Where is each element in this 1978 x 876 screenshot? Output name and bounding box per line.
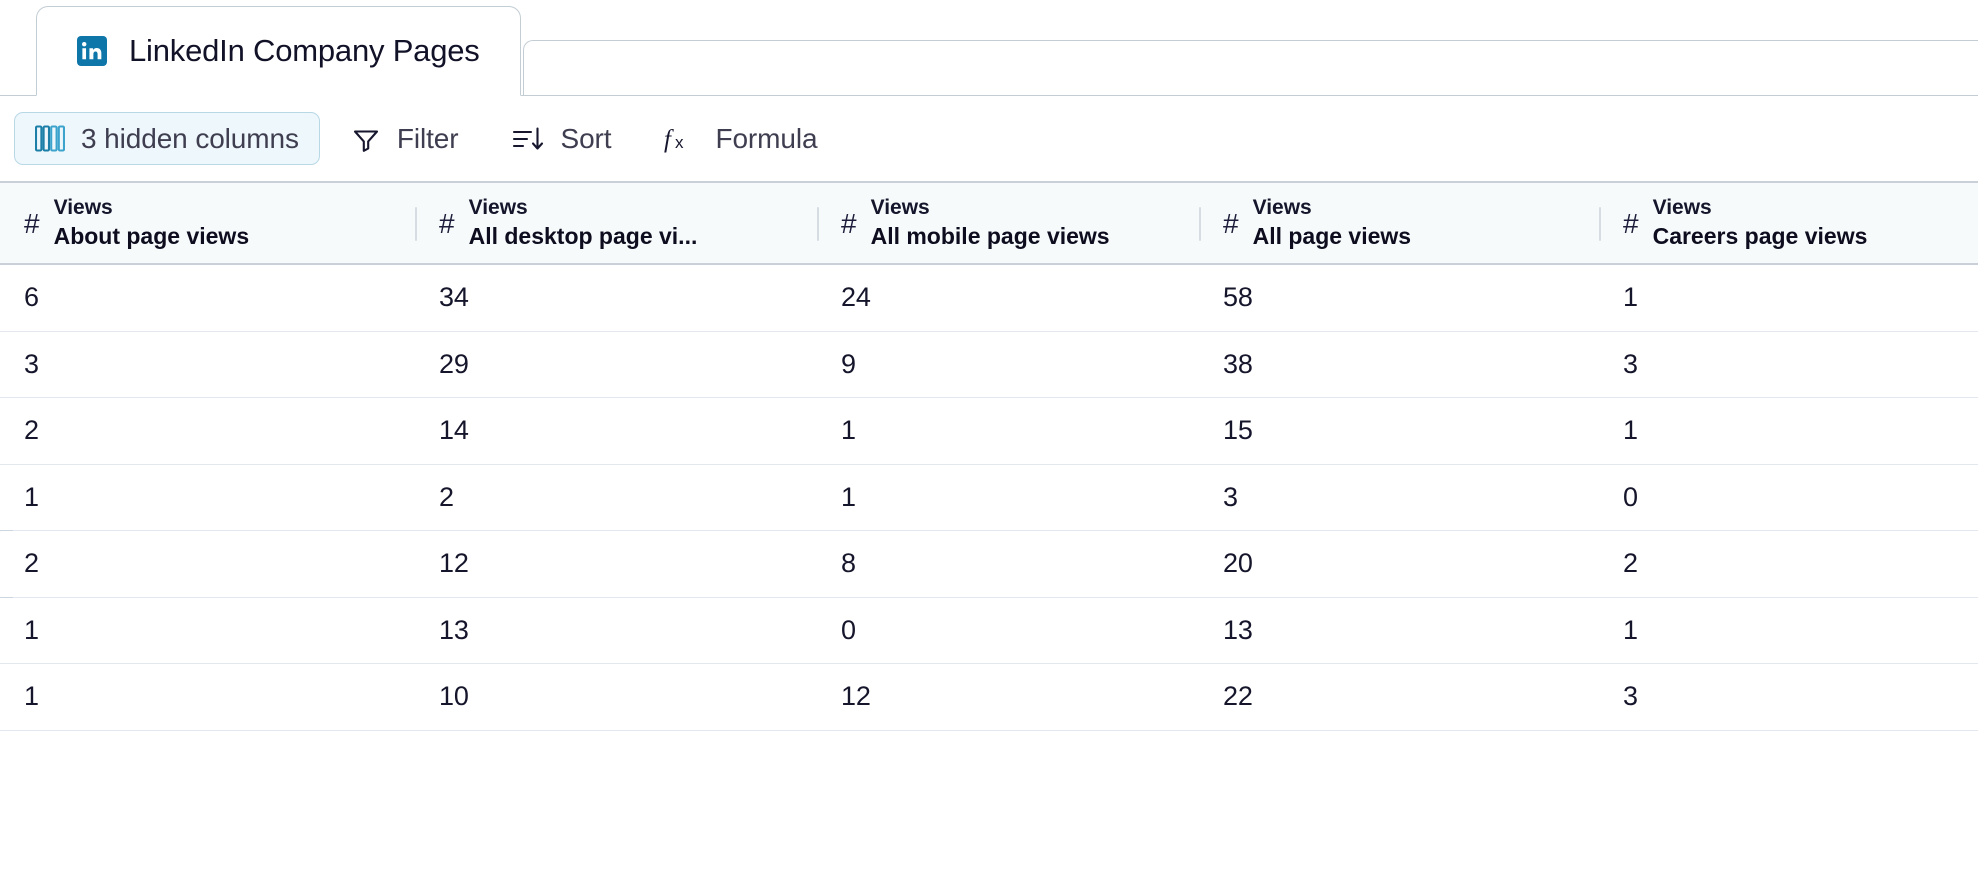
filter-button[interactable]: Filter <box>330 112 480 165</box>
table-cell[interactable]: 6 <box>0 265 415 331</box>
table-cell[interactable]: 1 <box>817 398 1199 464</box>
table-cell[interactable]: 1 <box>1599 265 1978 331</box>
table-cell[interactable]: 10 <box>415 664 817 730</box>
hidden-columns-button[interactable]: 3 hidden columns <box>14 112 320 165</box>
number-field-icon: # <box>1623 208 1639 239</box>
grid-header-row: # Views About page views # Views All des… <box>0 183 1978 265</box>
table-cell[interactable]: 12 <box>415 531 817 597</box>
formula-button[interactable]: f x Formula <box>642 112 838 165</box>
table-cell[interactable]: 13 <box>1199 598 1599 664</box>
column-resize-handle[interactable] <box>817 207 819 241</box>
column-group-label: Views <box>870 196 930 220</box>
table-row[interactable]: 1 10 12 22 3 <box>0 664 1978 731</box>
table-cell[interactable]: 1 <box>817 465 1199 531</box>
formula-label: Formula <box>715 122 818 154</box>
linkedin-icon <box>77 36 107 66</box>
table-cell[interactable]: 9 <box>817 332 1199 398</box>
table-cell[interactable]: 20 <box>1199 531 1599 597</box>
number-field-icon: # <box>24 208 40 239</box>
hidden-columns-label: 3 hidden columns <box>81 122 299 154</box>
tab-title: LinkedIn Company Pages <box>129 33 480 68</box>
column-header-all-desktop-page-views[interactable]: # Views All desktop page vi... <box>415 183 817 263</box>
sort-descending-icon <box>511 124 545 154</box>
table-cell[interactable]: 2 <box>415 465 817 531</box>
number-field-icon: # <box>1223 208 1239 239</box>
column-header-careers-page-views[interactable]: # Views Careers page views <box>1599 183 1978 263</box>
column-group-label: Views <box>1252 196 1312 220</box>
table-cell[interactable]: 22 <box>1199 664 1599 730</box>
column-group-label: Views <box>53 196 113 220</box>
column-name-label: All mobile page views <box>870 222 1110 249</box>
table-cell[interactable]: 1 <box>1599 598 1978 664</box>
table-cell[interactable]: 2 <box>0 398 415 464</box>
column-resize-handle[interactable] <box>1599 207 1601 241</box>
table-cell[interactable]: 0 <box>817 598 1199 664</box>
columns-icon <box>35 125 65 152</box>
tab-bar: LinkedIn Company Pages <box>0 0 1978 96</box>
table-cell[interactable]: 15 <box>1199 398 1599 464</box>
table-cell[interactable]: 3 <box>1599 664 1978 730</box>
column-header-all-mobile-page-views[interactable]: # Views All mobile page views <box>817 183 1199 263</box>
svg-text:f: f <box>664 126 674 153</box>
tab-linkedin-company-pages[interactable]: LinkedIn Company Pages <box>36 6 521 96</box>
number-field-icon: # <box>841 208 857 239</box>
column-header-about-page-views[interactable]: # Views About page views <box>0 183 415 263</box>
number-field-icon: # <box>439 208 455 239</box>
table-cell[interactable]: 24 <box>817 265 1199 331</box>
table-cell[interactable]: 12 <box>817 664 1199 730</box>
table-cell[interactable]: 1 <box>0 465 415 531</box>
column-name-label: All page views <box>1252 222 1412 249</box>
table-cell[interactable]: 29 <box>415 332 817 398</box>
table-row[interactable]: 6 34 24 58 1 <box>0 265 1978 332</box>
table-cell[interactable]: 3 <box>0 332 415 398</box>
table-row[interactable]: 12130 <box>0 465 1978 531</box>
table-cell[interactable]: 1 <box>0 598 415 664</box>
data-grid: # Views About page views # Views All des… <box>0 183 1978 731</box>
column-group-label: Views <box>468 196 528 220</box>
svg-text:x: x <box>675 133 684 152</box>
table-cell[interactable]: 34 <box>415 265 817 331</box>
table-cell[interactable]: 2 <box>0 531 415 597</box>
filter-label: Filter <box>396 122 459 154</box>
table-row[interactable]: 3 29 9 38 3 <box>0 332 1978 398</box>
table-row[interactable]: 2 12 8 20 2 <box>0 530 1978 598</box>
column-header-all-page-views[interactable]: # Views All page views <box>1199 183 1599 263</box>
table-cell[interactable]: 0 <box>1599 465 1978 531</box>
table-cell[interactable]: 2 <box>1599 531 1978 597</box>
sort-button[interactable]: Sort <box>490 112 633 165</box>
table-row[interactable]: 1 13 0 13 1 <box>0 598 1978 664</box>
table-cell[interactable]: 3 <box>1199 465 1599 531</box>
table-row[interactable]: 2 14 1 15 1 <box>0 398 1978 465</box>
funnel-icon <box>351 124 381 154</box>
table-cell[interactable]: 58 <box>1199 265 1599 331</box>
fx-icon: f x <box>663 123 699 155</box>
column-name-label: All desktop page vi... <box>468 222 698 249</box>
table-cell[interactable]: 1 <box>0 664 415 730</box>
table-cell[interactable]: 3 <box>1599 332 1978 398</box>
table-cell[interactable]: 14 <box>415 398 817 464</box>
column-resize-handle[interactable] <box>415 207 417 241</box>
column-name-label: About page views <box>53 222 250 249</box>
tab-strip-empty-area <box>523 40 1978 96</box>
table-cell[interactable]: 13 <box>415 598 817 664</box>
sort-label: Sort <box>560 122 612 154</box>
column-resize-handle[interactable] <box>1199 207 1201 241</box>
grid-body: 6 34 24 58 1 3 29 9 38 3 2 14 1 15 1 1 2 1 3 0 2 12 8 20 2 1 13 0 13… <box>0 265 1978 731</box>
table-cell[interactable]: 8 <box>817 531 1199 597</box>
table-cell[interactable]: 1 <box>1599 398 1978 464</box>
table-cell[interactable]: 38 <box>1199 332 1599 398</box>
column-name-label: Careers page views <box>1652 222 1868 249</box>
column-group-label: Views <box>1652 196 1712 220</box>
toolbar: 3 hidden columns Filter Sort f x Formula <box>0 96 1978 183</box>
